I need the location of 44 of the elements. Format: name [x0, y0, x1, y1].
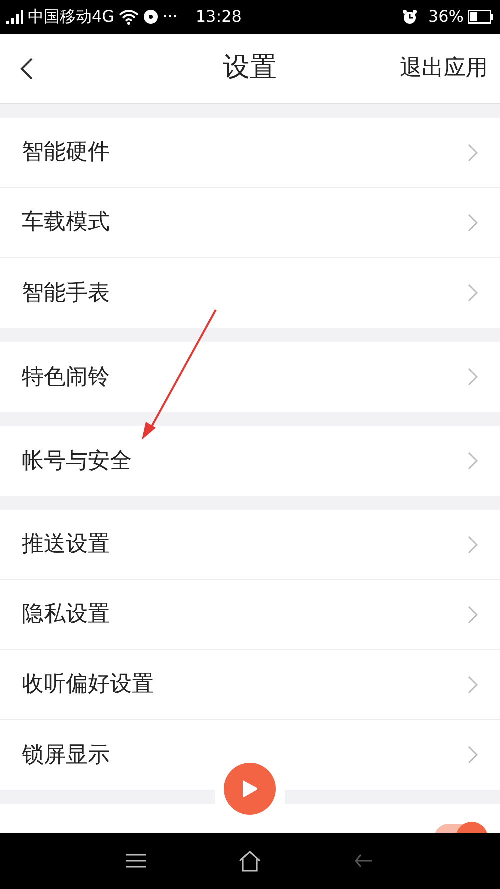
chevron-icon	[468, 536, 478, 554]
back-icon	[20, 56, 34, 80]
chevron-icon	[468, 452, 478, 470]
settings-row[interactable]: 智能硬件	[0, 118, 500, 188]
chevron-icon	[468, 746, 478, 764]
settings-row[interactable]: 特色闹铃	[0, 342, 500, 412]
row-label: 帐号与安全	[22, 448, 132, 476]
chevron-icon	[468, 606, 478, 624]
settings-row[interactable]: 帐号与安全	[0, 426, 500, 496]
chevron-icon	[468, 144, 478, 162]
row-label: 特色闹铃	[22, 364, 110, 392]
exit-app-button[interactable]: 退出应用	[400, 52, 488, 85]
disc-icon	[142, 9, 159, 25]
home-icon[interactable]	[238, 850, 262, 872]
clock-time: 13:28	[196, 6, 242, 28]
settings-row[interactable]: 收听偏好设置	[0, 650, 500, 720]
play-icon	[241, 779, 259, 799]
row-label: 智能手表	[22, 280, 110, 308]
row-label: 车载模式	[22, 209, 110, 237]
settings-row[interactable]: 车载模式	[0, 188, 500, 258]
settings-row[interactable]: 智能手表	[0, 258, 500, 328]
row-label: 智能硬件	[22, 139, 110, 167]
signal-icon	[6, 10, 24, 24]
wifi-icon	[118, 9, 139, 25]
row-label: 锁屏显示	[22, 742, 110, 770]
chevron-icon	[468, 676, 478, 694]
carrier-name: 中国移动4G	[28, 6, 115, 28]
row-label: 推送设置	[22, 531, 110, 559]
settings-row[interactable]: 推送设置	[0, 510, 500, 580]
chevron-icon	[468, 214, 478, 232]
chevron-icon	[468, 284, 478, 302]
alarm-icon	[402, 9, 418, 25]
page-title: 设置	[223, 51, 277, 86]
row-label: 隐私设置	[22, 601, 110, 629]
chevron-icon	[468, 368, 478, 386]
battery-icon	[468, 10, 494, 24]
settings-row[interactable]: 锁屏显示	[0, 720, 500, 790]
menu-icon[interactable]	[126, 854, 146, 868]
more-dots: ···	[162, 6, 178, 28]
settings-row[interactable]: 隐私设置	[0, 580, 500, 650]
battery-percent: 36%	[428, 6, 464, 28]
play-button[interactable]	[224, 763, 276, 815]
back-icon[interactable]	[354, 853, 374, 869]
row-label: 收听偏好设置	[22, 671, 154, 699]
